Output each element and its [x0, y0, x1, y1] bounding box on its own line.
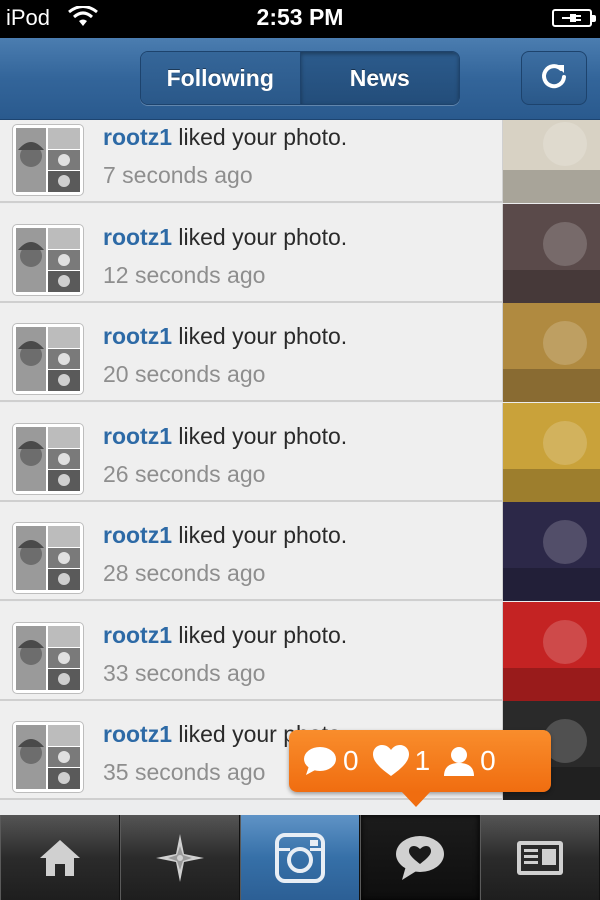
home-icon [40, 839, 80, 876]
like-count-value: 1 [414, 745, 431, 776]
battery-charging-icon [552, 9, 596, 27]
username-link[interactable]: rootz1 [103, 323, 172, 349]
activity-action: liked your photo. [172, 223, 348, 250]
list-item[interactable]: rootz1 liked your photo. 7 seconds ago [0, 120, 600, 203]
timestamp: 7 seconds ago [103, 162, 253, 188]
list-item[interactable]: rootz1 liked your photo. 26 seconds ago [0, 402, 600, 502]
list-item[interactable]: rootz1 liked your photo. 12 seconds ago [0, 203, 600, 303]
list-item[interactable]: rootz1 liked your photo. 20 seconds ago [0, 303, 600, 402]
like-count: 1 [372, 745, 431, 777]
username-link[interactable]: rootz1 [103, 721, 172, 747]
timestamp: 35 seconds ago [103, 759, 266, 785]
timestamp: 26 seconds ago [103, 460, 266, 487]
activity-action: liked your photo. [172, 323, 348, 349]
avatar[interactable] [12, 721, 84, 793]
photo-thumbnail[interactable] [502, 203, 600, 303]
activity-action: liked your photo. [172, 422, 348, 449]
status-bar: iPod 2:53 PM [0, 0, 600, 38]
activity-action: liked your photo. [172, 621, 348, 648]
activity-action: liked your photo. [172, 124, 348, 150]
tab-following[interactable]: Following [141, 52, 300, 104]
refresh-icon [539, 61, 569, 96]
tab-explore[interactable] [120, 815, 240, 900]
photo-thumbnail[interactable] [502, 601, 600, 701]
activity-badge-popover[interactable]: 0 1 0 [289, 730, 551, 807]
refresh-button[interactable] [521, 51, 587, 105]
feed-segmented-control: Following News [140, 51, 460, 105]
activity-action: liked your photo. [172, 522, 348, 548]
tab-profile[interactable] [480, 815, 600, 900]
activity-text: rootz1 liked your photo. [103, 224, 347, 251]
tab-news[interactable] [360, 815, 480, 900]
tab-home[interactable] [0, 815, 120, 900]
avatar[interactable] [12, 422, 84, 495]
timestamp: 33 seconds ago [103, 659, 266, 686]
username-link[interactable]: rootz1 [103, 124, 172, 150]
avatar[interactable] [12, 323, 84, 395]
timestamp: 12 seconds ago [103, 261, 266, 288]
person-icon [444, 747, 475, 776]
follow-count: 0 [444, 745, 496, 777]
activity-text: rootz1 liked your photo. [103, 522, 347, 549]
profile-icon [517, 840, 563, 875]
tab-camera[interactable] [240, 815, 360, 900]
clock: 2:53 PM [256, 4, 344, 30]
activity-text: rootz1 liked your photo. [103, 323, 347, 350]
tab-news[interactable]: News [299, 52, 459, 104]
photo-thumbnail[interactable] [502, 303, 600, 402]
username-link[interactable]: rootz1 [103, 224, 172, 250]
username-link[interactable]: rootz1 [103, 423, 172, 449]
photo-thumbnail[interactable] [502, 402, 600, 502]
photo-thumbnail[interactable] [502, 502, 600, 601]
explore-icon [156, 833, 204, 882]
tab-bar [0, 815, 600, 900]
list-item[interactable]: rootz1 liked your photo. 33 seconds ago [0, 601, 600, 701]
avatar[interactable] [12, 522, 84, 594]
news-feed-list: rootz1 liked your photo. 7 seconds ago roo… [0, 120, 600, 815]
timestamp: 20 seconds ago [103, 361, 266, 387]
avatar[interactable] [12, 621, 84, 694]
comment-count-value: 0 [343, 745, 359, 776]
comment-count: 0 [303, 745, 359, 777]
activity-text: rootz1 liked your photo. [103, 622, 347, 649]
avatar[interactable] [12, 223, 84, 296]
follow-count-value: 0 [480, 745, 496, 776]
username-link[interactable]: rootz1 [103, 622, 172, 648]
activity-text: rootz1 liked your photo. [103, 423, 347, 450]
username-link[interactable]: rootz1 [103, 522, 172, 548]
news-icon [396, 835, 444, 880]
camera-icon [275, 832, 325, 883]
heart-icon [372, 745, 409, 776]
list-item[interactable]: rootz1 liked your photo. 28 seconds ago [0, 502, 600, 601]
comment-icon [304, 747, 336, 775]
activity-text: rootz1 liked your photo. [103, 124, 347, 151]
avatar[interactable] [12, 124, 84, 196]
timestamp: 28 seconds ago [103, 560, 266, 586]
nav-bar: Following News [0, 38, 600, 120]
photo-thumbnail[interactable] [502, 120, 600, 203]
